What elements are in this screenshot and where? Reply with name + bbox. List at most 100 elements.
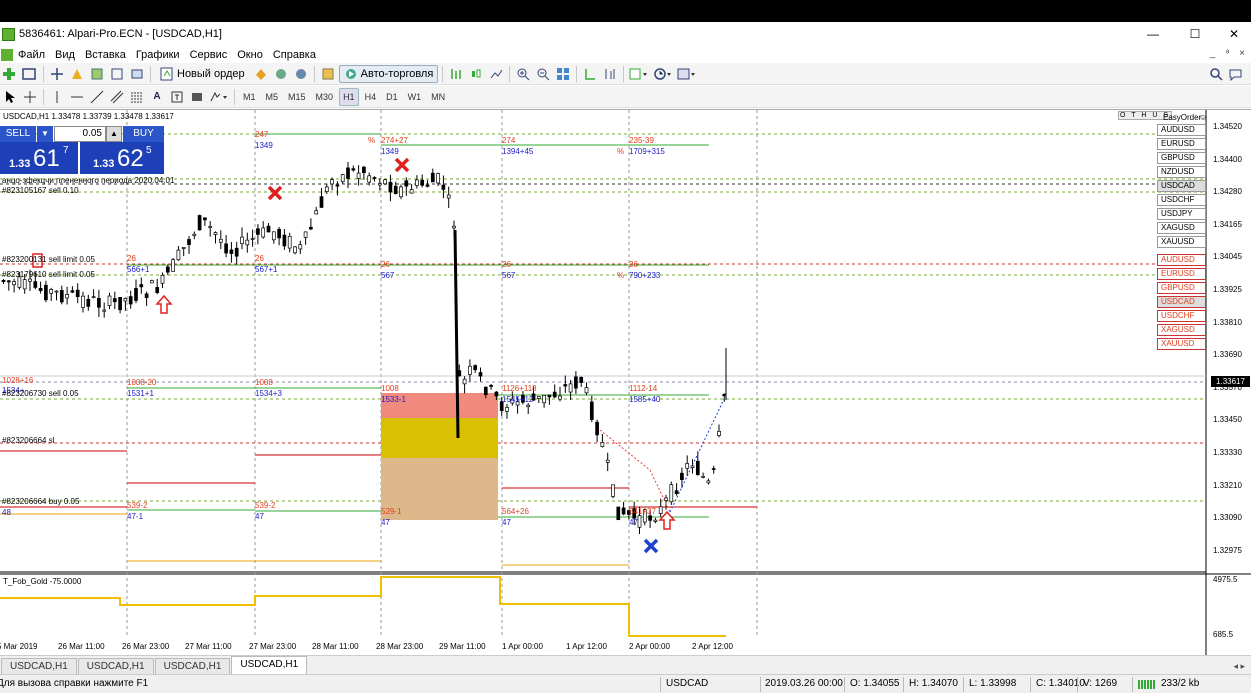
crosshair-icon[interactable] <box>21 88 39 106</box>
cursor-icon[interactable] <box>1 88 19 106</box>
minimize-button[interactable]: — <box>1136 22 1170 46</box>
new-order-button[interactable]: Новый ордер <box>155 65 250 83</box>
menu-tools[interactable]: Сервис <box>185 49 233 61</box>
tf-h1-button[interactable]: H1 <box>339 87 359 106</box>
auto-trading-label: Авто-торговля <box>360 67 434 80</box>
zoom-in-icon[interactable] <box>514 65 532 83</box>
tf-m1-button[interactable]: M1 <box>239 88 260 106</box>
horizontal-line-icon[interactable] <box>68 88 86 106</box>
ea-symbol-button[interactable]: GBPUSD <box>1157 282 1206 294</box>
time-tick-label: 26 Mar 23:00 <box>122 642 170 651</box>
text-label-icon[interactable] <box>168 88 186 106</box>
tile-windows-icon[interactable] <box>554 65 572 83</box>
ea-symbol-button[interactable]: XAUUSD <box>1157 338 1206 350</box>
tf-m15-button[interactable]: M15 <box>284 88 310 106</box>
menu-file[interactable]: Файл <box>13 49 50 61</box>
tester-icon[interactable] <box>128 65 146 83</box>
autoscroll-icon[interactable] <box>581 65 599 83</box>
channel-icon[interactable] <box>108 88 126 106</box>
menu-window[interactable]: Окно <box>232 49 268 61</box>
candle-body <box>319 196 324 208</box>
search-icon[interactable] <box>1207 65 1225 83</box>
candle-body <box>234 247 239 257</box>
lot-up-icon[interactable]: ▲ <box>106 126 122 142</box>
rectangle-icon[interactable] <box>188 88 206 106</box>
close-button[interactable]: ✕ <box>1217 22 1251 46</box>
candles-icon[interactable] <box>467 65 485 83</box>
options-icon[interactable] <box>272 65 290 83</box>
order-sell-limit-b-label: #823179610 sell limit 0.05 <box>2 270 95 279</box>
price-chart[interactable] <box>0 110 1251 656</box>
buy-button[interactable]: BUY <box>123 126 164 142</box>
ea-symbol-button[interactable]: XAUUSD <box>1157 236 1206 248</box>
ea-symbol-button[interactable]: XAGUSD <box>1157 222 1206 234</box>
strategy-icon[interactable] <box>319 65 337 83</box>
ea-symbol-button-selected[interactable]: USDCAD <box>1157 180 1206 192</box>
lot-input[interactable]: 0.05 <box>54 126 106 142</box>
market-watch-icon[interactable] <box>48 65 66 83</box>
tf-m5-button[interactable]: M5 <box>262 88 283 106</box>
navigator-icon[interactable] <box>88 65 106 83</box>
menu-insert[interactable]: Вставка <box>80 49 131 61</box>
menu-view[interactable]: Вид <box>50 49 80 61</box>
ea-symbol-button[interactable]: XAGUSD <box>1157 324 1206 336</box>
mid-bottom-label: 566+1 <box>127 265 150 274</box>
arrows-icon[interactable] <box>208 88 230 106</box>
chart-window[interactable]: USDCAD,H1 1.33478 1.33739 1.33478 1.3361… <box>0 109 1251 656</box>
indicators-icon[interactable] <box>628 65 650 83</box>
mdi-restore-button[interactable]: ᵊ <box>1225 48 1229 59</box>
trendline-icon[interactable] <box>88 88 106 106</box>
ea-symbol-button[interactable]: AUDUSD <box>1157 254 1206 266</box>
sell-button[interactable]: SELL <box>0 126 36 142</box>
candle-body <box>415 179 419 186</box>
maximize-button[interactable]: ☐ <box>1178 22 1212 46</box>
tf-w1-button[interactable]: W1 <box>404 88 426 106</box>
tf-d1-button[interactable]: D1 <box>382 88 402 106</box>
tf-mn-button[interactable]: MN <box>427 88 449 106</box>
tab-scroll-icons[interactable]: ◂ ▸ <box>1233 658 1245 674</box>
vertical-line-icon[interactable] <box>48 88 66 106</box>
status-datetime: 2019.03.26 00:00 <box>765 678 843 689</box>
chart-tab[interactable]: USDCAD,H1 <box>1 658 77 674</box>
ea-symbol-button[interactable]: EURUSD <box>1157 138 1206 150</box>
bottom-top-label: 539-2 <box>255 501 276 510</box>
data-window-icon[interactable] <box>68 65 86 83</box>
globe-icon[interactable] <box>292 65 310 83</box>
zoom-out-icon[interactable] <box>534 65 552 83</box>
chart-tab[interactable]: USDCAD,H1 <box>77 658 154 674</box>
mdi-minimize-button[interactable]: _ <box>1210 48 1216 59</box>
ea-symbol-button[interactable]: NZDUSD <box>1157 166 1206 178</box>
candle-body <box>224 243 228 254</box>
templates-icon[interactable] <box>676 65 698 83</box>
chart-tab-active[interactable]: USDCAD,H1 <box>231 656 308 674</box>
sell-price-panel[interactable]: 1.33 61 7 <box>0 142 78 174</box>
ea-symbol-button[interactable]: USDCHF <box>1157 194 1206 206</box>
buy-price-panel[interactable]: 1.33 62 5 <box>80 142 164 174</box>
fibonacci-icon[interactable] <box>128 88 146 106</box>
ea-symbol-button[interactable]: GBPUSD <box>1157 152 1206 164</box>
ea-symbol-button[interactable]: AUDUSD <box>1157 124 1206 136</box>
chart-shift-icon[interactable] <box>601 65 619 83</box>
ea-symbol-button[interactable]: USDCHF <box>1157 310 1206 322</box>
auto-trading-button[interactable]: Авто-торговля <box>338 64 439 83</box>
text-tool-button[interactable]: A <box>148 88 166 106</box>
ea-symbol-button[interactable]: USDJPY <box>1157 208 1206 220</box>
menu-help[interactable]: Справка <box>268 49 321 61</box>
metaeditor-icon[interactable] <box>252 65 270 83</box>
menu-charts[interactable]: Графики <box>131 49 185 61</box>
chat-icon[interactable] <box>1227 65 1245 83</box>
profiles-icon[interactable] <box>21 65 39 83</box>
tf-h4-button[interactable]: H4 <box>361 88 381 106</box>
ea-symbol-button[interactable]: EURUSD <box>1157 268 1206 280</box>
ea-symbol-button-selected[interactable]: USDCAD <box>1157 296 1206 308</box>
bar-chart-icon[interactable] <box>447 65 465 83</box>
mdi-close-button[interactable]: × <box>1239 48 1245 59</box>
new-chart-icon[interactable] <box>1 65 19 83</box>
periods-icon[interactable] <box>652 65 674 83</box>
chart-tab[interactable]: USDCAD,H1 <box>154 658 231 674</box>
tf-m30-button[interactable]: M30 <box>312 88 338 106</box>
terminal-icon[interactable] <box>108 65 126 83</box>
candle-body <box>59 290 64 303</box>
line-chart-icon[interactable] <box>487 65 505 83</box>
lot-down-icon[interactable]: ▼ <box>37 126 53 142</box>
